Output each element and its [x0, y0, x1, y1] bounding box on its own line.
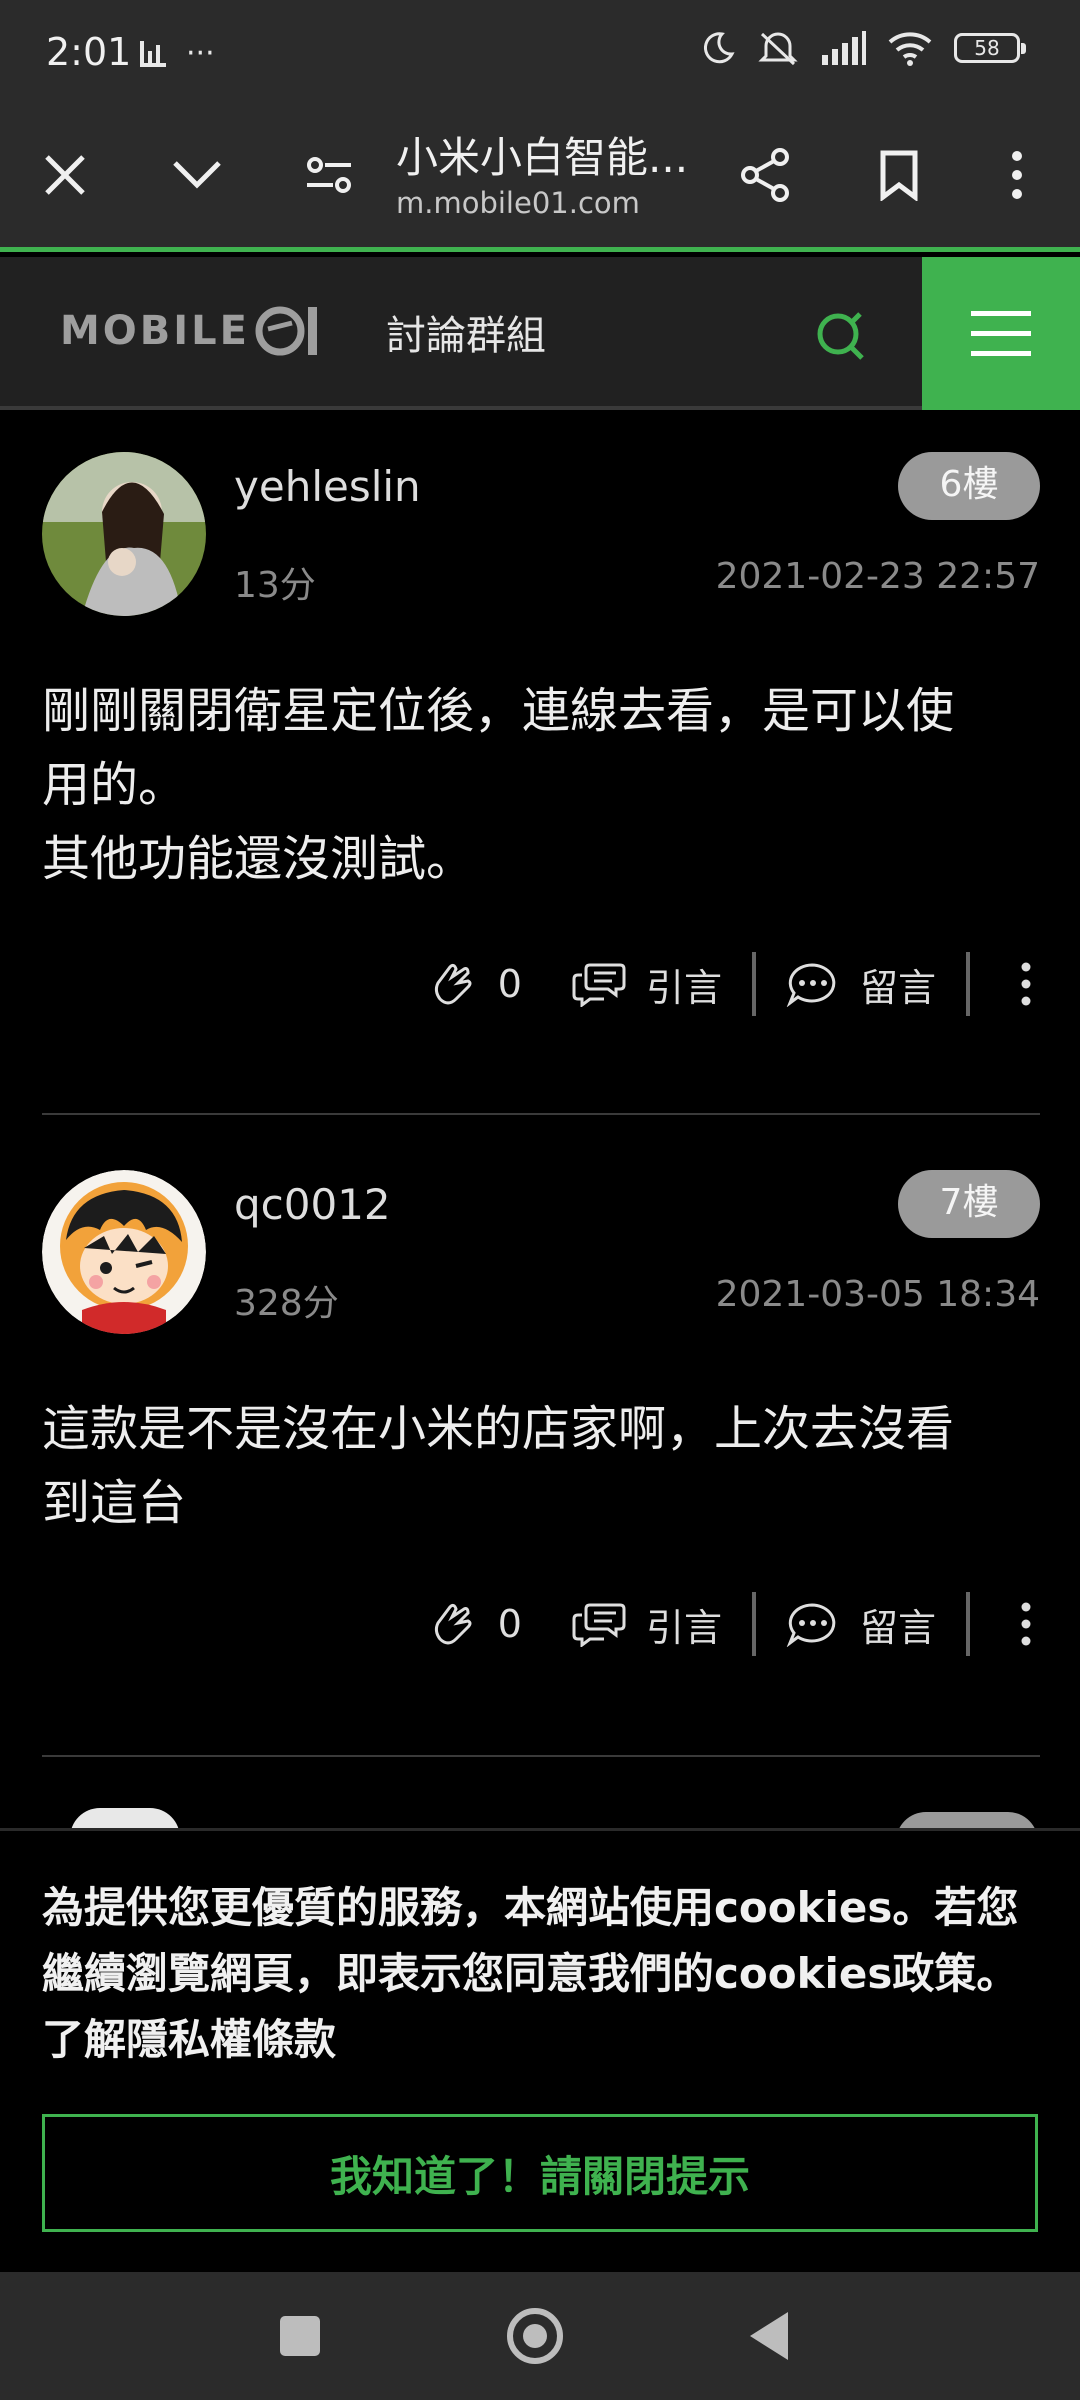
post-date: 2021-02-23 22:57 — [715, 556, 1040, 597]
username[interactable]: yehleslin — [234, 462, 421, 511]
page-title: 小米小白智能... — [396, 133, 689, 182]
like-count: 0 — [497, 962, 522, 1006]
site-logo[interactable]: MOBILE — [60, 301, 324, 361]
quote-label: 引言 — [645, 965, 722, 1010]
action-divider — [966, 1592, 970, 1656]
browser-toolbar: 小米小白智能... m.mobile01.com — [0, 110, 1080, 252]
comment-label: 留言 — [859, 965, 936, 1010]
url-domain: m.mobile01.com — [396, 186, 640, 220]
post-divider — [42, 1755, 1040, 1757]
like-button[interactable]: 0 — [428, 944, 522, 1024]
post-actions: 0 引言 留言 — [428, 1584, 1040, 1664]
status-bar: 2:01 ··· 58 — [0, 0, 1080, 110]
quote-icon — [572, 1603, 626, 1647]
share-icon[interactable] — [730, 140, 800, 210]
post-divider — [42, 1113, 1040, 1115]
battery-icon: 58 — [954, 33, 1026, 63]
clap-icon — [434, 1603, 472, 1645]
post-more-icon[interactable] — [1012, 1584, 1040, 1664]
post-body: 剛剛關閉衛星定位後，連線去看，是可以使 用的。 其他功能還沒測試。 — [42, 683, 955, 887]
logo-o1-icon — [255, 306, 317, 356]
like-count: 0 — [497, 1602, 522, 1646]
back-icon[interactable] — [750, 2312, 788, 2360]
site-header: MOBILE 討論群組 — [0, 257, 1080, 410]
bookmark-icon[interactable] — [864, 140, 934, 210]
clap-icon — [434, 963, 472, 1005]
logo-text: MOBILE — [60, 308, 250, 354]
privacy-link[interactable]: 了解隱私權條款 — [42, 2015, 336, 2064]
more-vert-icon[interactable] — [982, 140, 1052, 210]
close-icon[interactable] — [30, 140, 100, 210]
cookie-message: 為提供您更優質的服務，本網站使用cookies。若您繼續瀏覽網頁，即表示您同意我… — [42, 1883, 1019, 1998]
quote-button[interactable]: 引言 — [572, 1584, 722, 1664]
quote-label: 引言 — [645, 1605, 722, 1650]
dismiss-cookie-button[interactable]: 我知道了！請關閉提示 — [42, 2114, 1038, 2232]
username[interactable]: qc0012 — [234, 1180, 391, 1229]
chevron-down-icon[interactable] — [162, 140, 232, 210]
home-icon[interactable] — [507, 2308, 563, 2364]
wifi-icon — [888, 32, 932, 66]
signal-icon — [822, 31, 866, 65]
cookie-banner: 為提供您更優質的服務，本網站使用cookies。若您繼續瀏覽網頁，即表示您同意我… — [0, 1828, 1080, 2272]
comment-icon — [786, 963, 836, 1007]
action-divider — [966, 952, 970, 1016]
site-settings-icon[interactable] — [294, 140, 364, 210]
post-body: 這款是不是沒在小米的店家啊，上次去沒看 到這台 — [42, 1401, 955, 1531]
user-score: 13分 — [234, 565, 316, 606]
comment-button[interactable]: 留言 — [786, 1584, 936, 1664]
search-icon[interactable] — [800, 301, 880, 371]
comment-button[interactable]: 留言 — [786, 944, 936, 1024]
action-divider — [751, 952, 756, 1016]
post-date: 2021-03-05 18:34 — [715, 1274, 1040, 1315]
quote-button[interactable]: 引言 — [572, 944, 722, 1024]
recents-icon[interactable] — [280, 2316, 320, 2356]
status-time: 2:01 — [46, 30, 132, 74]
comment-icon — [786, 1603, 836, 1647]
post-more-icon[interactable] — [1012, 944, 1040, 1024]
quote-icon — [572, 963, 626, 1007]
post: qc0012 328分 7樓 2021-03-05 18:34 這款是不是沒在小… — [42, 1170, 1040, 1770]
more-notifications: ··· — [186, 36, 215, 71]
mute-icon — [758, 32, 798, 66]
action-divider — [751, 1592, 756, 1656]
user-score: 328分 — [234, 1283, 339, 1324]
floor-badge[interactable]: 7樓 — [898, 1170, 1040, 1238]
post-actions: 0 引言 留言 — [428, 944, 1040, 1024]
hamburger-menu-icon[interactable] — [922, 257, 1080, 410]
chart-icon — [140, 40, 166, 67]
comment-label: 留言 — [859, 1605, 936, 1650]
section-title: 討論群組 — [386, 313, 546, 359]
avatar[interactable] — [42, 452, 206, 616]
avatar[interactable] — [42, 1170, 206, 1334]
like-button[interactable]: 0 — [428, 1584, 522, 1664]
post: yehleslin 13分 6樓 2021-02-23 22:57 剛剛關閉衛星… — [42, 452, 1040, 1120]
floor-badge[interactable]: 6樓 — [898, 452, 1040, 520]
moon-icon — [703, 32, 735, 64]
cookie-text: 為提供您更優質的服務，本網站使用cookies。若您繼續瀏覽網頁，即表示您同意我… — [42, 1875, 1042, 2073]
system-nav-bar — [0, 2272, 1080, 2400]
